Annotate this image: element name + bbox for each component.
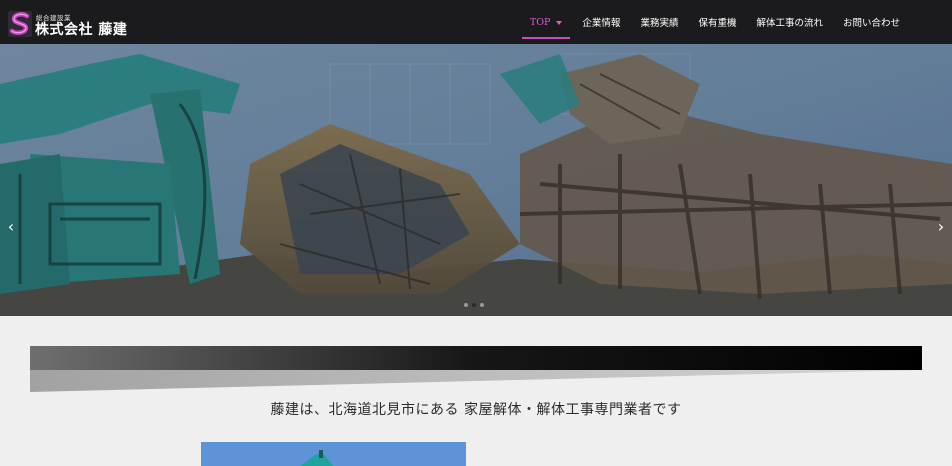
main-nav: TOP 企業情報 業務実績 保有重機 解体工事の流れ お問い合わせ (520, 0, 910, 44)
site-logo[interactable]: 総合建設業 株式会社 藤建 (8, 11, 145, 38)
slider-prev-arrow-icon[interactable]: ‹ (3, 216, 19, 236)
logo-mark-icon (8, 11, 32, 37)
excavator-photo (201, 442, 466, 466)
nav-item-achievements[interactable]: 業務実績 (630, 0, 688, 44)
nav-item-contact[interactable]: お問い合わせ (833, 0, 910, 44)
slider-next-arrow-icon[interactable]: › (933, 216, 949, 236)
slider-dot[interactable] (480, 303, 484, 307)
hero-demolition-image (0, 44, 952, 316)
nav-item-label: 企業情報 (582, 18, 621, 29)
nav-item-company-info[interactable]: 企業情報 (572, 0, 630, 44)
site-header: 総合建設業 株式会社 藤建 TOP 企業情報 業務実績 保有重機 解体工事の流れ… (0, 0, 952, 44)
company-name: 株式会社 藤建 (35, 22, 128, 38)
nav-item-label: TOP (529, 16, 551, 28)
nav-item-label: 業務実績 (640, 18, 679, 29)
company-tagline: 藤建は、北海道北見市にある 家屋解体・解体工事専門業者です (270, 402, 682, 418)
hero-slider: ‹ › (0, 44, 952, 316)
caret-down-icon (556, 20, 563, 25)
nav-item-label: 保有重機 (698, 18, 737, 29)
slider-dots (464, 303, 484, 307)
nav-item-label: お問い合わせ (842, 18, 900, 29)
slider-dot[interactable] (472, 303, 476, 307)
nav-item-machinery[interactable]: 保有重機 (688, 0, 746, 44)
nav-item-demolition-flow[interactable]: 解体工事の流れ (746, 0, 833, 44)
nav-item-top[interactable]: TOP (520, 0, 573, 44)
slider-dot[interactable] (464, 303, 468, 307)
nav-item-label: 解体工事の流れ (756, 18, 823, 29)
decorative-banner (30, 346, 922, 392)
